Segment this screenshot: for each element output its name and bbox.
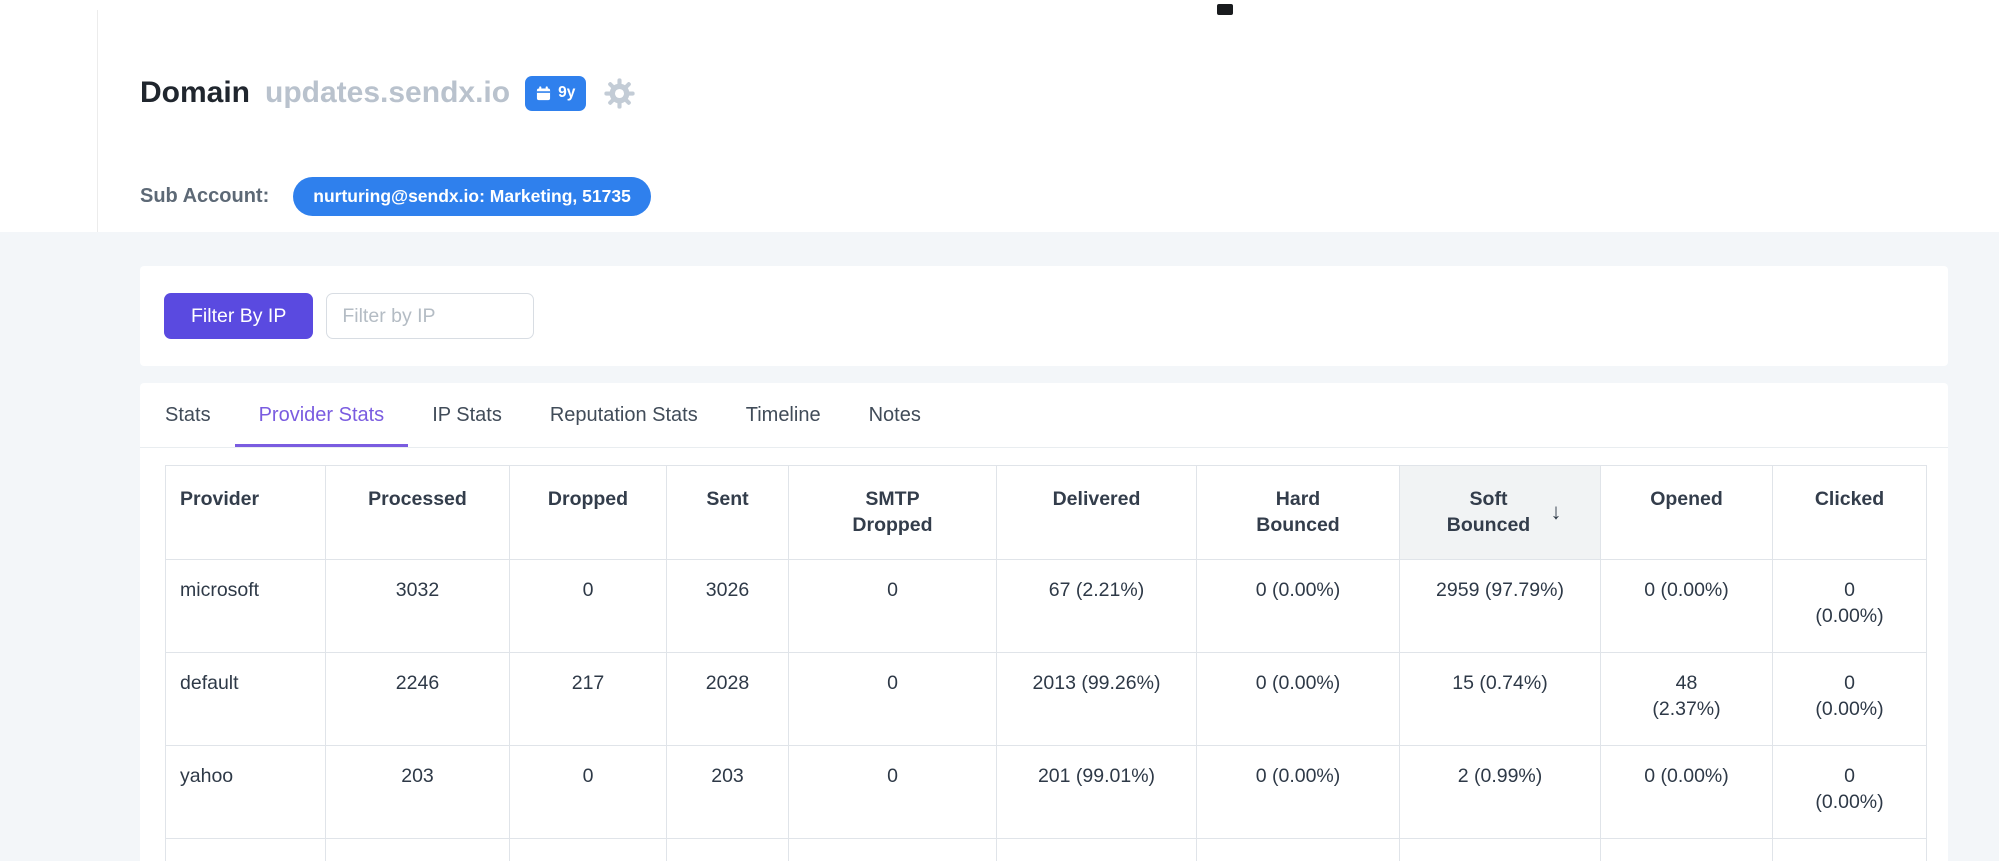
- cell-sent: 3026: [666, 559, 789, 653]
- cell-delivered: 67 (2.21%): [996, 559, 1197, 653]
- cell-provider: att: [165, 838, 326, 861]
- provider-stats-table-wrap: Provider Processed Dropped Sent SMTP Dro…: [165, 465, 1927, 861]
- page-header: Domain updates.sendx.io 9y: [140, 72, 636, 114]
- cell-smtp-dropped: 0: [788, 652, 997, 746]
- tab-notes[interactable]: Notes: [845, 404, 945, 447]
- col-header-provider[interactable]: Provider: [165, 465, 326, 560]
- cell-hard-bounced: 0 (0.00%): [1196, 838, 1400, 861]
- table-row: microsoft 3032 0 3026 0 67 (2.21%) 0 (0.…: [165, 559, 1927, 653]
- gear-icon[interactable]: [603, 77, 636, 110]
- cell-soft-bounced: 15 (0.74%): [1399, 652, 1601, 746]
- cell-hard-bounced: 0 (0.00%): [1196, 559, 1400, 653]
- calendar-icon: [536, 85, 551, 101]
- provider-stats-table: Provider Processed Dropped Sent SMTP Dro…: [165, 465, 1927, 861]
- table-row: att 1 0 1 0 0 (0.00%) 0 (0.00%) 1 (100.0…: [165, 838, 1927, 861]
- col-header-processed[interactable]: Processed: [325, 465, 510, 560]
- cell-soft-bounced: 2 (0.99%): [1399, 745, 1601, 839]
- cell-hard-bounced: 0 (0.00%): [1196, 745, 1400, 839]
- col-header-smtp-dropped[interactable]: SMTP Dropped: [788, 465, 997, 560]
- tab-stats[interactable]: Stats: [165, 404, 235, 447]
- cell-provider: yahoo: [165, 745, 326, 839]
- col-header-delivered[interactable]: Delivered: [996, 465, 1197, 560]
- stats-card: Stats Provider Stats IP Stats Reputation…: [140, 383, 1948, 861]
- cell-processed: 2246: [325, 652, 510, 746]
- cell-opened: 0 (0.00%): [1600, 838, 1773, 861]
- arrow-down-icon: ↓: [1550, 499, 1562, 525]
- cell-smtp-dropped: 0: [788, 559, 997, 653]
- cell-provider: default: [165, 652, 326, 746]
- col-header-soft-bounced[interactable]: Soft Bounced ↓: [1399, 465, 1601, 560]
- tab-provider-stats[interactable]: Provider Stats: [235, 404, 409, 447]
- tab-reputation-stats[interactable]: Reputation Stats: [526, 404, 722, 447]
- cell-sent: 1: [666, 838, 789, 861]
- filter-card: Filter By IP: [140, 266, 1948, 366]
- sub-account-pill[interactable]: nurturing@sendx.io: Marketing, 51735: [293, 176, 651, 216]
- cell-opened: 48 (2.37%): [1600, 652, 1773, 746]
- cell-delivered: 2013 (99.26%): [996, 652, 1197, 746]
- tab-bar: Stats Provider Stats IP Stats Reputation…: [140, 383, 1948, 448]
- col-header-hard-bounced[interactable]: Hard Bounced: [1196, 465, 1400, 560]
- sub-account-label: Sub Account:: [140, 184, 270, 207]
- page-title: Domain: [140, 76, 251, 109]
- browser-artifact: [1217, 4, 1233, 15]
- cell-clicked: 0 (0.00%): [1772, 838, 1927, 861]
- tab-timeline[interactable]: Timeline: [722, 404, 845, 447]
- domain-name: updates.sendx.io: [265, 76, 511, 109]
- content-left-divider: [97, 10, 98, 232]
- cell-dropped: 217: [509, 652, 667, 746]
- sub-account-row: Sub Account: nurturing@sendx.io: Marketi…: [140, 176, 651, 216]
- cell-delivered: 201 (99.01%): [996, 745, 1197, 839]
- col-header-opened[interactable]: Opened: [1600, 465, 1773, 560]
- cell-dropped: 0: [509, 838, 667, 861]
- cell-dropped: 0: [509, 745, 667, 839]
- cell-clicked: 0 (0.00%): [1772, 745, 1927, 839]
- col-header-clicked[interactable]: Clicked: [1772, 465, 1927, 560]
- cell-clicked: 0 (0.00%): [1772, 559, 1927, 653]
- cell-processed: 3032: [325, 559, 510, 653]
- tab-ip-stats[interactable]: IP Stats: [408, 404, 526, 447]
- cell-smtp-dropped: 0: [788, 838, 997, 861]
- col-header-sent[interactable]: Sent: [666, 465, 789, 560]
- table-header-row: Provider Processed Dropped Sent SMTP Dro…: [165, 465, 1927, 560]
- cell-smtp-dropped: 0: [788, 745, 997, 839]
- cell-hard-bounced: 0 (0.00%): [1196, 652, 1400, 746]
- table-row: yahoo 203 0 203 0 201 (99.01%) 0 (0.00%)…: [165, 745, 1927, 839]
- filter-ip-input[interactable]: [326, 293, 535, 339]
- cell-dropped: 0: [509, 559, 667, 653]
- domain-age-label: 9y: [558, 84, 576, 101]
- col-header-dropped[interactable]: Dropped: [509, 465, 667, 560]
- table-row: default 2246 217 2028 0 2013 (99.26%) 0 …: [165, 652, 1927, 746]
- cell-opened: 0 (0.00%): [1600, 745, 1773, 839]
- cell-sent: 2028: [666, 652, 789, 746]
- domain-age-badge: 9y: [525, 75, 587, 111]
- cell-processed: 1: [325, 838, 510, 861]
- cell-delivered: 0 (0.00%): [996, 838, 1197, 861]
- cell-processed: 203: [325, 745, 510, 839]
- cell-soft-bounced: 2959 (97.79%): [1399, 559, 1601, 653]
- cell-provider: microsoft: [165, 559, 326, 653]
- cell-clicked: 0 (0.00%): [1772, 652, 1927, 746]
- filter-by-ip-button[interactable]: Filter By IP: [164, 293, 314, 339]
- cell-sent: 203: [666, 745, 789, 839]
- cell-soft-bounced: 1 (100.00%): [1399, 838, 1601, 861]
- cell-opened: 0 (0.00%): [1600, 559, 1773, 653]
